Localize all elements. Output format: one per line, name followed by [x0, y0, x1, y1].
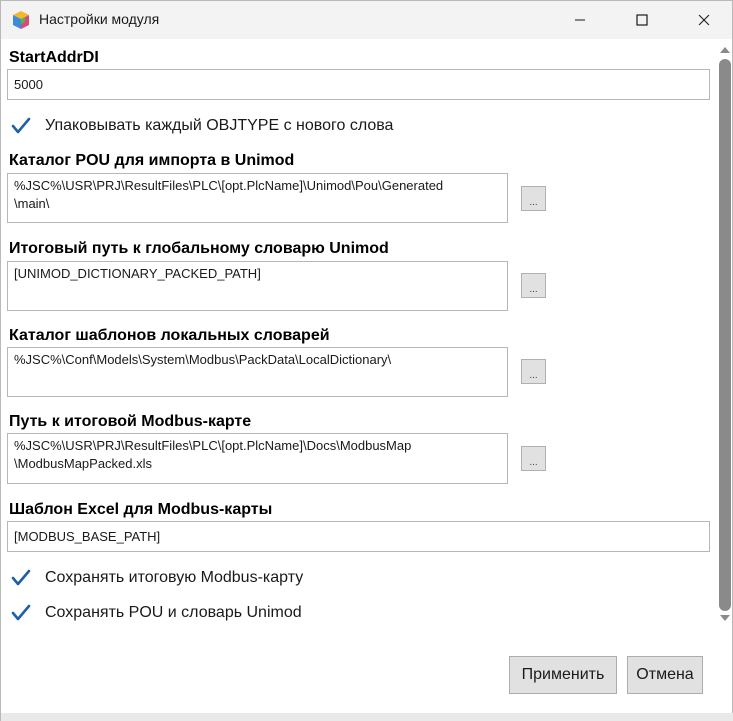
settings-content: StartAddrDI 5000 Упаковывать каждый OBJT…: [1, 39, 715, 639]
maximize-icon: [636, 14, 648, 26]
modbus-map-path-browse-button[interactable]: ...: [521, 446, 546, 471]
save-modbus-map-checkbox[interactable]: Сохранять итоговую Modbus-карту: [11, 567, 303, 589]
minimize-icon: [575, 19, 585, 21]
scrollbar-thumb[interactable]: [719, 59, 731, 611]
apply-button[interactable]: Применить: [509, 656, 617, 694]
background-window-edge: [1, 713, 733, 721]
minimize-button[interactable]: [557, 1, 603, 39]
global-dict-path-label: Итоговый путь к глобальному словарю Unim…: [9, 240, 389, 257]
window-title: Настройки модуля: [39, 11, 160, 27]
pou-catalog-label: Каталог POU для импорта в Unimod: [9, 152, 295, 169]
maximize-button[interactable]: [619, 1, 665, 39]
scroll-down-arrow-icon[interactable]: [719, 613, 731, 623]
scroll-up-arrow-icon[interactable]: [719, 45, 731, 55]
settings-dialog: Настройки модуля StartAddrDI 5000 Упаков…: [0, 0, 733, 721]
save-modbus-map-label: Сохранять итоговую Modbus-карту: [45, 569, 304, 586]
pou-catalog-input[interactable]: %JSC%\USR\PRJ\ResultFiles\PLC\[opt.PlcNa…: [7, 173, 508, 223]
excel-template-label: Шаблон Excel для Modbus-карты: [9, 501, 273, 518]
global-dict-path-browse-button[interactable]: ...: [521, 273, 546, 298]
app-cube-icon: [13, 11, 29, 29]
start-addr-di-label: StartAddrDI: [9, 49, 99, 66]
pou-catalog-browse-button[interactable]: ...: [521, 186, 546, 211]
cancel-button[interactable]: Отмена: [627, 656, 703, 694]
close-button[interactable]: [681, 1, 727, 39]
checkmark-icon: [11, 569, 31, 586]
checkmark-icon: [11, 604, 31, 621]
close-icon: [698, 14, 710, 26]
vertical-scrollbar[interactable]: [716, 41, 733, 631]
excel-template-input[interactable]: [MODBUS_BASE_PATH]: [7, 521, 710, 552]
checkmark-icon: [11, 117, 31, 134]
pack-objtype-label: Упаковывать каждый OBJTYPE с нового слов…: [45, 117, 394, 134]
local-dict-templates-label: Каталог шаблонов локальных словарей: [9, 327, 330, 344]
start-addr-di-input[interactable]: 5000: [7, 69, 710, 100]
save-pou-dict-label: Сохранять POU и словарь Unimod: [45, 604, 302, 621]
pack-objtype-checkbox[interactable]: Упаковывать каждый OBJTYPE с нового слов…: [11, 115, 393, 137]
modbus-map-path-label: Путь к итоговой Modbus-карте: [9, 413, 252, 430]
local-dict-templates-input[interactable]: %JSC%\Conf\Models\System\Modbus\PackData…: [7, 347, 508, 397]
global-dict-path-input[interactable]: [UNIMOD_DICTIONARY_PACKED_PATH]: [7, 261, 508, 311]
local-dict-templates-browse-button[interactable]: ...: [521, 359, 546, 384]
modbus-map-path-input[interactable]: %JSC%\USR\PRJ\ResultFiles\PLC\[opt.PlcNa…: [7, 433, 508, 484]
title-bar[interactable]: Настройки модуля: [1, 1, 732, 39]
save-pou-dict-checkbox[interactable]: Сохранять POU и словарь Unimod: [11, 602, 302, 624]
